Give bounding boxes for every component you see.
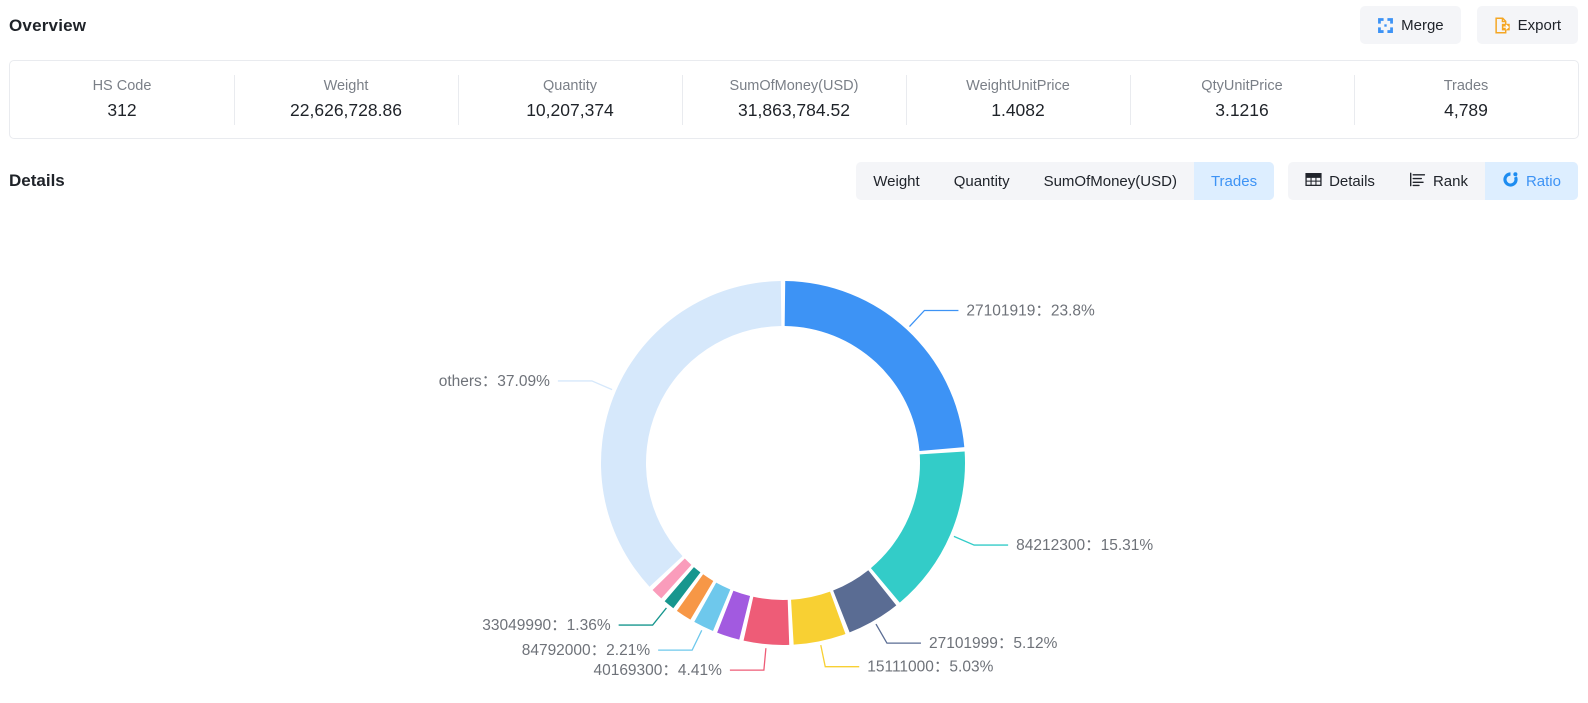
stat-sum-of-money: SumOfMoney(USD) 31,863,784.52 bbox=[682, 74, 906, 125]
slice-leader-line bbox=[953, 535, 1009, 546]
slice-label: 84212300：15.31% bbox=[1016, 537, 1153, 554]
donut-slice[interactable] bbox=[601, 281, 782, 587]
stat-value: 4,789 bbox=[1444, 99, 1488, 120]
analytics-page: Overview Merge Export HS Code 312 Weight… bbox=[0, 0, 1588, 703]
stat-label: Quantity bbox=[543, 77, 597, 94]
tab-trades[interactable]: Trades bbox=[1193, 162, 1275, 200]
tab-label: SumOfMoney(USD) bbox=[1043, 172, 1177, 190]
tab-label: Weight bbox=[873, 172, 920, 190]
slice-label: 27101999：5.12% bbox=[929, 635, 1058, 652]
merge-button-label: Merge bbox=[1401, 16, 1444, 34]
stat-qty-unit-price: QtyUnitPrice 3.1216 bbox=[1130, 74, 1354, 125]
rank-list-icon bbox=[1409, 171, 1426, 192]
view-tab-group: Details Rank Ratio bbox=[1288, 162, 1578, 200]
page-title: Overview bbox=[9, 16, 87, 35]
stat-value: 312 bbox=[107, 99, 137, 120]
header-actions: Merge Export bbox=[1360, 6, 1578, 44]
tab-label: Rank bbox=[1432, 172, 1468, 190]
stat-weight-unit-price: WeightUnitPrice 1.4082 bbox=[906, 74, 1130, 125]
slice-leader-line bbox=[820, 644, 860, 668]
slice-leader-line bbox=[908, 309, 959, 328]
stat-value: 3.1216 bbox=[1215, 99, 1269, 120]
slice-leader-line bbox=[658, 630, 703, 651]
slice-leader-line bbox=[875, 623, 921, 644]
slice-label: 40169300：4.41% bbox=[593, 662, 722, 679]
stat-quantity: Quantity 10,207,374 bbox=[458, 74, 682, 125]
donut-slices[interactable] bbox=[601, 281, 965, 645]
export-document-icon bbox=[1494, 17, 1511, 34]
table-grid-icon bbox=[1305, 171, 1322, 192]
stat-hs-code: HS Code 312 bbox=[10, 75, 234, 125]
stat-weight: Weight 22,626,728.86 bbox=[234, 74, 458, 125]
tab-sum-of-money[interactable]: SumOfMoney(USD) bbox=[1027, 162, 1194, 200]
tab-ratio-view[interactable]: Ratio bbox=[1484, 162, 1578, 200]
export-button-label: Export bbox=[1517, 16, 1561, 34]
tab-quantity[interactable]: Quantity bbox=[937, 162, 1027, 200]
slice-label: 27101919：23.8% bbox=[966, 302, 1095, 319]
details-header: Details Weight Quantity SumOfMoney(USD) … bbox=[0, 160, 1588, 205]
tab-label: Trades bbox=[1210, 172, 1258, 190]
tab-label: Quantity bbox=[953, 172, 1010, 190]
export-button[interactable]: Export bbox=[1476, 6, 1578, 44]
stat-trades: Trades 4,789 bbox=[1354, 74, 1578, 125]
donut-slice[interactable] bbox=[784, 281, 965, 452]
merge-button[interactable]: Merge bbox=[1360, 6, 1461, 44]
tab-label: Ratio bbox=[1525, 172, 1561, 190]
stat-label: WeightUnitPrice bbox=[966, 77, 1070, 94]
donut-chart-svg[interactable]: 27101919：23.8% 84212300：15.31% 27101999：5.… bbox=[0, 205, 1588, 703]
stat-value: 10,207,374 bbox=[526, 99, 614, 120]
slice-leader-line bbox=[729, 648, 767, 671]
tab-weight[interactable]: Weight bbox=[856, 162, 936, 200]
slice-label: 15111000：5.03% bbox=[867, 659, 993, 676]
tab-rank-view[interactable]: Rank bbox=[1392, 162, 1485, 200]
donut-slice[interactable] bbox=[743, 596, 790, 645]
stat-value: 31,863,784.52 bbox=[738, 99, 850, 120]
overview-stats-card: HS Code 312 Weight 22,626,728.86 Quantit… bbox=[9, 60, 1579, 139]
donut-slice[interactable] bbox=[870, 451, 965, 603]
stat-label: Weight bbox=[323, 77, 369, 94]
merge-grid-icon bbox=[1377, 17, 1394, 34]
slice-leader-line bbox=[618, 607, 667, 626]
stat-label: QtyUnitPrice bbox=[1201, 77, 1283, 94]
slice-label: 84792000：2.21% bbox=[522, 642, 651, 659]
tab-details-view[interactable]: Details bbox=[1288, 162, 1392, 200]
tab-label: Details bbox=[1329, 172, 1375, 190]
stat-value: 1.4082 bbox=[991, 99, 1045, 120]
ratio-donut-chart: 27101919：23.8% 84212300：15.31% 27101999：5.… bbox=[0, 205, 1588, 703]
details-toolbar: Weight Quantity SumOfMoney(USD) Trades D… bbox=[856, 162, 1578, 200]
slice-leader-line bbox=[557, 380, 613, 391]
metric-tab-group: Weight Quantity SumOfMoney(USD) Trades bbox=[856, 162, 1275, 200]
details-title: Details bbox=[9, 171, 65, 190]
slice-label: others：37.09% bbox=[439, 373, 550, 390]
stat-value: 22,626,728.86 bbox=[290, 99, 402, 120]
stat-label: Trades bbox=[1443, 77, 1489, 94]
slice-label: 33049990：1.36% bbox=[482, 617, 611, 634]
stat-label: SumOfMoney(USD) bbox=[729, 77, 859, 94]
overview-header: Overview Merge Export bbox=[0, 0, 1588, 52]
donut-chart-icon bbox=[1502, 171, 1519, 192]
stat-label: HS Code bbox=[92, 77, 152, 94]
